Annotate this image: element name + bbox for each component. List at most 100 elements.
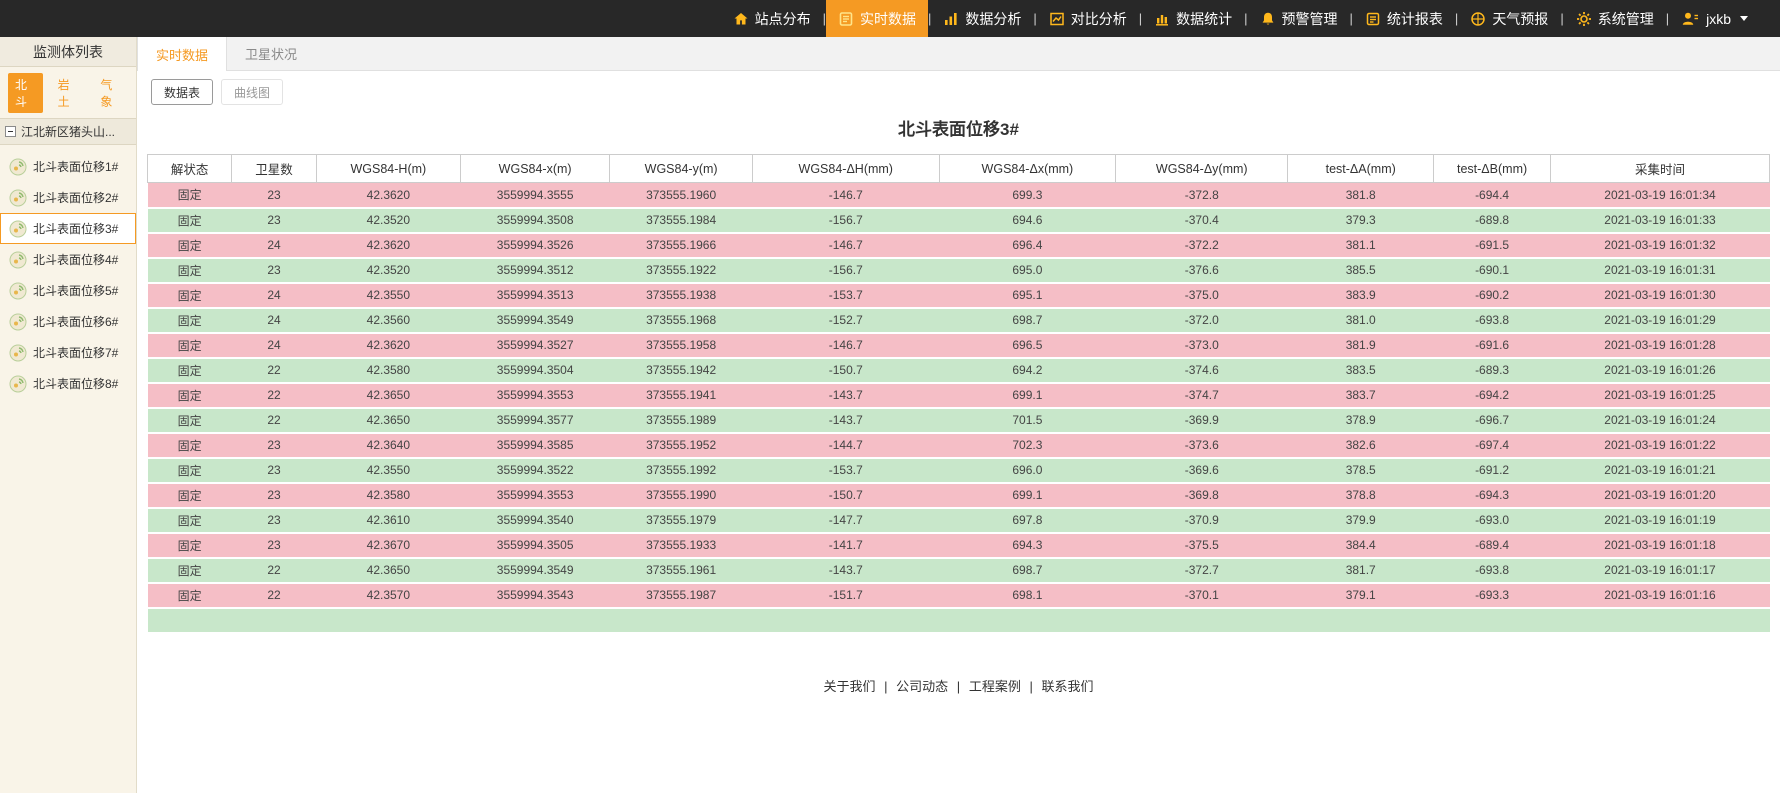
table-cell: 42.3580 [316,483,460,508]
nav-item-label: 统计报表 [1387,9,1443,29]
nav-item-label: 预警管理 [1282,9,1338,29]
table-cell: 2021-03-19 16:01:33 [1550,208,1769,233]
table-row[interactable]: 固定2442.36203559994.3527373555.1958-146.7… [148,333,1770,358]
tab-satellite-status[interactable]: 卫星状况 [227,37,315,70]
table-cell: 固定 [148,558,232,583]
table-row-partial[interactable] [148,608,1770,633]
nav-item-compare-analysis[interactable]: 对比分析 [1037,0,1139,37]
nav-item-system-management[interactable]: 系统管理 [1564,0,1666,37]
tree-root-node[interactable]: 江北新区猪头山... [0,118,136,145]
footer-link-news[interactable]: 公司动态 [896,679,948,694]
table-row[interactable]: 固定2442.35603559994.3549373555.1968-152.7… [148,308,1770,333]
table-cell: -144.7 [752,433,939,458]
table-row[interactable]: 固定2342.35503559994.3522373555.1992-153.7… [148,458,1770,483]
table-cell: 3559994.3543 [461,583,610,608]
table-cell: 383.7 [1288,383,1434,408]
sidebar-tab-weather[interactable]: 气象 [93,73,128,113]
sidebar-item-displacement-3[interactable]: 北斗表面位移3# [0,213,136,244]
table-cell: 694.2 [939,358,1116,383]
table-cell: 24 [232,233,316,258]
table-row[interactable]: 固定2242.36503559994.3549373555.1961-143.7… [148,558,1770,583]
table-cell: 2021-03-19 16:01:28 [1550,333,1769,358]
table-cell: -370.4 [1116,208,1288,233]
table-cell [1116,608,1288,633]
table-cell: 2021-03-19 16:01:19 [1550,508,1769,533]
table-row[interactable]: 固定2342.36703559994.3505373555.1933-141.7… [148,533,1770,558]
gnss-device-icon [9,251,27,269]
nav-item-label: 数据统计 [1176,9,1232,29]
footer-link-cases[interactable]: 工程案例 [969,679,1021,694]
table-row[interactable]: 固定2242.35803559994.3504373555.1942-150.7… [148,358,1770,383]
table-cell: 2021-03-19 16:01:26 [1550,358,1769,383]
table-cell: -691.2 [1434,458,1551,483]
subtab-data-table[interactable]: 数据表 [151,79,213,105]
table-row[interactable]: 固定2342.36403559994.3585373555.1952-144.7… [148,433,1770,458]
table-row[interactable]: 固定2242.36503559994.3553373555.1941-143.7… [148,383,1770,408]
sidebar-item-displacement-8[interactable]: 北斗表面位移8# [0,368,136,399]
table-cell: 381.0 [1288,308,1434,333]
table-cell: -693.0 [1434,508,1551,533]
table-cell: 固定 [148,433,232,458]
table-cell: 3559994.3577 [461,408,610,433]
table-cell: 3559994.3522 [461,458,610,483]
table-cell: 373555.1952 [610,433,753,458]
nav-item-site-distribution[interactable]: 站点分布 [721,0,823,37]
table-row[interactable]: 固定2242.36503559994.3577373555.1989-143.7… [148,408,1770,433]
table-row[interactable]: 固定2442.36203559994.3526373555.1966-146.7… [148,233,1770,258]
table-cell: 3559994.3526 [461,233,610,258]
column-header: WGS84-y(m) [610,155,753,183]
table-row[interactable]: 固定2342.35803559994.3553373555.1990-150.7… [148,483,1770,508]
table-cell: -370.1 [1116,583,1288,608]
table-cell: -146.7 [752,233,939,258]
table-cell: 固定 [148,533,232,558]
table-row[interactable]: 固定2342.36103559994.3540373555.1979-147.7… [148,508,1770,533]
table-cell: 2021-03-19 16:01:18 [1550,533,1769,558]
user-menu[interactable]: jxkb [1669,0,1754,37]
collapse-icon[interactable] [5,126,16,137]
table-cell: 3559994.3505 [461,533,610,558]
table-cell: 696.5 [939,333,1116,358]
sidebar-item-label: 北斗表面位移8# [33,375,118,392]
table-cell: -691.6 [1434,333,1551,358]
nav-item-data-stats[interactable]: 数据统计 [1142,0,1244,37]
sidebar-item-displacement-7[interactable]: 北斗表面位移7# [0,337,136,368]
sidebar-item-displacement-1[interactable]: 北斗表面位移1# [0,151,136,182]
sidebar-item-displacement-4[interactable]: 北斗表面位移4# [0,244,136,275]
table-cell: 2021-03-19 16:01:32 [1550,233,1769,258]
table-cell: 42.3650 [316,383,460,408]
table-row[interactable]: 固定2342.35203559994.3508373555.1984-156.7… [148,208,1770,233]
alarm-icon [1260,11,1276,27]
gnss-device-icon [9,158,27,176]
subtab-curve-chart[interactable]: 曲线图 [221,79,283,105]
table-cell: 3559994.3508 [461,208,610,233]
nav-item-report[interactable]: 统计报表 [1353,0,1455,37]
table-row[interactable]: 固定2442.35503559994.3513373555.1938-153.7… [148,283,1770,308]
table-cell: -691.5 [1434,233,1551,258]
nav-item-weather[interactable]: 天气预报 [1458,0,1560,37]
weather-icon [1470,11,1486,27]
table-row[interactable]: 固定2242.35703559994.3543373555.1987-151.7… [148,583,1770,608]
table-cell: 42.3580 [316,358,460,383]
tab-realtime-data[interactable]: 实时数据 [137,37,227,71]
view-switcher: 数据表 曲线图 [137,71,1780,111]
table-cell: 2021-03-19 16:01:34 [1550,183,1769,208]
table-cell: -689.4 [1434,533,1551,558]
table-row[interactable]: 固定2342.35203559994.3512373555.1922-156.7… [148,258,1770,283]
sidebar-item-displacement-2[interactable]: 北斗表面位移2# [0,182,136,213]
table-cell: -374.6 [1116,358,1288,383]
nav-item-realtime-data[interactable]: 实时数据 [826,0,928,37]
nav-item-data-analysis[interactable]: 数据分析 [931,0,1033,37]
table-cell: 694.6 [939,208,1116,233]
table-row[interactable]: 固定2342.36203559994.3555373555.1960-146.7… [148,183,1770,208]
footer-link-about[interactable]: 关于我们 [824,679,876,694]
footer: 关于我们 | 公司动态 | 工程案例 | 联系我们 [137,654,1780,793]
sidebar-tab-beidou[interactable]: 北斗 [8,73,43,113]
sidebar-item-displacement-5[interactable]: 北斗表面位移5# [0,275,136,306]
table-cell: -150.7 [752,483,939,508]
table-cell: 379.3 [1288,208,1434,233]
footer-link-contact[interactable]: 联系我们 [1041,679,1093,694]
nav-item-alarm-management[interactable]: 预警管理 [1248,0,1350,37]
sidebar-tab-geotech[interactable]: 岩土 [51,73,86,113]
table-cell: 695.1 [939,283,1116,308]
sidebar-item-displacement-6[interactable]: 北斗表面位移6# [0,306,136,337]
